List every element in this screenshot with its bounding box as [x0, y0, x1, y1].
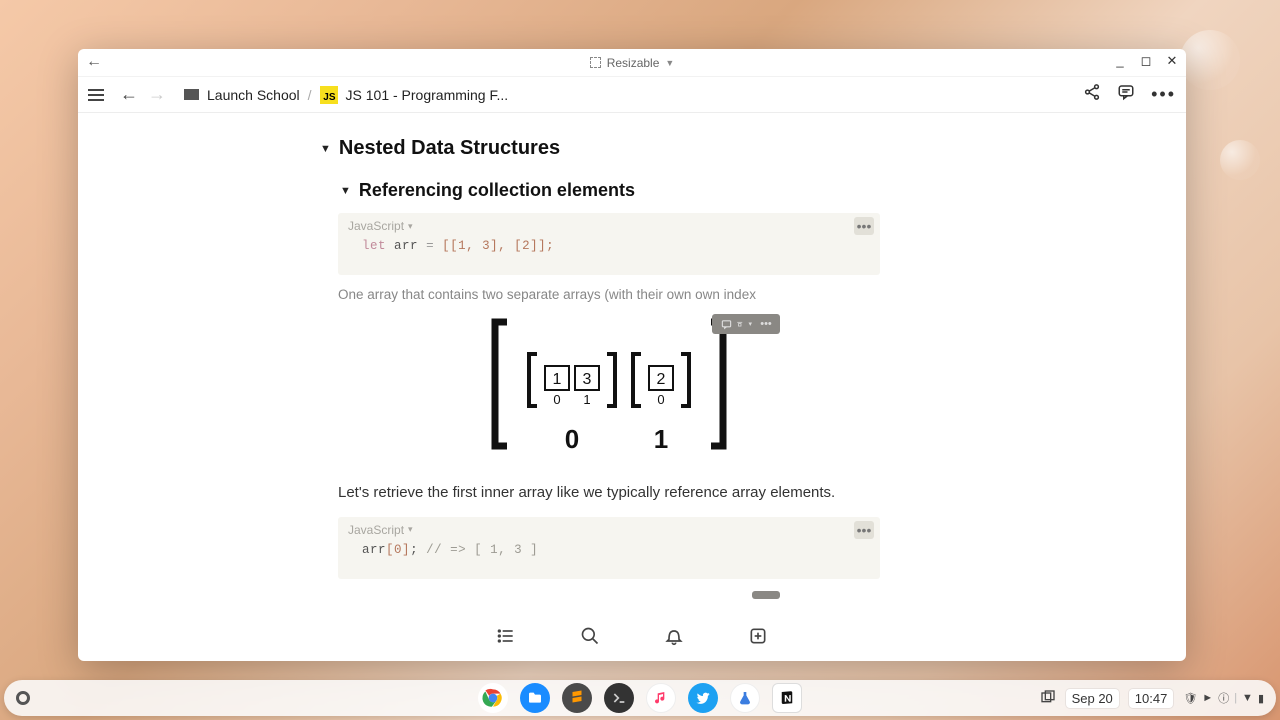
battery-icon: ▮: [1258, 692, 1264, 705]
align-icon[interactable]: ▾: [736, 316, 756, 332]
tray-time[interactable]: 10:47: [1129, 689, 1174, 708]
files-app-icon[interactable]: [520, 683, 550, 713]
code-body[interactable]: arr[0]; // => [ 1, 3 ]: [338, 539, 880, 561]
maximize-button[interactable]: ◻: [1138, 53, 1154, 69]
notion-window: ← Resizable ▼ _ ◻ ✕ ← → Launch School / …: [78, 49, 1186, 661]
window-controls: _ ◻ ✕: [1112, 53, 1180, 69]
nested-array-diagram: 1 3 2 0 1 0 0 1: [489, 316, 729, 466]
play-icon: ►: [1202, 692, 1213, 704]
svg-text:1: 1: [583, 392, 590, 407]
caption-text[interactable]: One array that contains two separate arr…: [338, 287, 1038, 302]
block-more-icon[interactable]: •••: [756, 316, 776, 332]
caption-icon[interactable]: [716, 316, 736, 332]
body-paragraph[interactable]: Let's retrieve the first inner array lik…: [338, 482, 1038, 505]
chevron-down-icon[interactable]: ▾: [408, 524, 413, 535]
app-dock: [478, 683, 802, 713]
bottom-nav-bar: [78, 615, 1186, 661]
tray-status-icons[interactable]: 🛡 ► ⓘ | ▼ ▮: [1183, 690, 1264, 706]
chevron-down-icon: ▼: [665, 58, 674, 68]
chevron-down-icon[interactable]: ▾: [408, 221, 413, 232]
os-taskbar: Sep 20 10:47 🛡 ► ⓘ | ▼ ▮: [4, 680, 1276, 716]
code-block-1[interactable]: JavaScript ▾ ••• let arr = [[1, 3], [2]]…: [338, 213, 880, 275]
breadcrumb: Launch School / JS JS 101 - Programming …: [184, 86, 508, 104]
code-lang-label[interactable]: JavaScript: [348, 523, 404, 537]
hamburger-menu-button[interactable]: [88, 89, 104, 101]
workspace-icon: [184, 89, 199, 100]
window-back-button[interactable]: ←: [86, 53, 102, 71]
separator: |: [1234, 692, 1237, 704]
breadcrumb-page[interactable]: JS 101 - Programming F...: [346, 87, 509, 103]
svg-text:1: 1: [553, 371, 562, 388]
breadcrumb-separator: /: [308, 87, 312, 103]
code-block-2[interactable]: JavaScript ▾ ••• arr[0]; // => [ 1, 3 ]: [338, 517, 880, 579]
shield-icon: 🛡: [1183, 692, 1197, 705]
notifications-icon[interactable]: [664, 626, 684, 651]
diagram-block[interactable]: ▾ •••: [338, 316, 880, 466]
nav-forward-button[interactable]: →: [148, 84, 166, 105]
resizable-mode-dropdown[interactable]: Resizable ▼: [590, 56, 675, 70]
tray-windows-icon[interactable]: [1040, 689, 1056, 708]
more-menu-button[interactable]: •••: [1151, 84, 1176, 105]
music-app-icon[interactable]: [646, 683, 676, 713]
heading-1-text: Nested Data Structures: [339, 137, 560, 160]
heading-2-text: Referencing collection elements: [359, 180, 635, 201]
info-icon: ⓘ: [1218, 690, 1229, 706]
app-header: ← → Launch School / JS JS 101 - Programm…: [78, 77, 1186, 113]
resizable-label: Resizable: [607, 56, 660, 70]
list-icon[interactable]: [496, 626, 516, 651]
code-lang-label[interactable]: JavaScript: [348, 219, 404, 233]
wifi-icon: ▼: [1242, 692, 1253, 704]
nav-back-button[interactable]: ←: [120, 84, 138, 105]
chrome-app-icon[interactable]: [478, 683, 508, 713]
breadcrumb-root[interactable]: Launch School: [207, 87, 300, 103]
svg-text:0: 0: [553, 392, 560, 407]
code-block-menu-button[interactable]: •••: [854, 521, 874, 539]
window-titlebar: ← Resizable ▼ _ ◻ ✕: [78, 49, 1186, 77]
terminal-app-icon[interactable]: [604, 683, 634, 713]
code-block-menu-button[interactable]: •••: [854, 217, 874, 235]
system-tray: Sep 20 10:47 🛡 ► ⓘ | ▼ ▮: [1040, 689, 1264, 708]
block-hover-toolbar: ▾ •••: [712, 314, 780, 334]
toggle-caret-icon[interactable]: ▼: [320, 143, 331, 155]
svg-text:0: 0: [565, 424, 579, 454]
tray-date[interactable]: Sep 20: [1066, 689, 1119, 708]
sublime-app-icon[interactable]: [562, 683, 592, 713]
notion-app-icon[interactable]: [772, 683, 802, 713]
close-button[interactable]: ✕: [1164, 53, 1180, 69]
launcher-button[interactable]: [16, 691, 30, 705]
toggle-caret-icon[interactable]: ▼: [340, 185, 351, 197]
page-content: ▼ Nested Data Structures ▼ Referencing c…: [78, 113, 1186, 615]
caption-icon[interactable]: [756, 593, 776, 599]
svg-text:1: 1: [654, 424, 668, 454]
heading-2[interactable]: ▼ Referencing collection elements: [340, 180, 1038, 201]
block-hover-toolbar-partial: [752, 591, 780, 599]
search-icon[interactable]: [580, 626, 600, 651]
svg-text:2: 2: [657, 371, 666, 388]
comments-button[interactable]: [1117, 83, 1135, 106]
heading-1[interactable]: ▼ Nested Data Structures: [320, 137, 1038, 160]
svg-text:3: 3: [583, 371, 592, 388]
resizable-icon: [590, 57, 601, 68]
code-body[interactable]: let arr = [[1, 3], [2]];: [338, 235, 880, 257]
svg-text:0: 0: [657, 392, 664, 407]
lab-app-icon[interactable]: [730, 683, 760, 713]
share-button[interactable]: [1083, 83, 1101, 106]
minimize-button[interactable]: _: [1112, 53, 1128, 69]
twitter-app-icon[interactable]: [688, 683, 718, 713]
new-page-icon[interactable]: [748, 626, 768, 651]
page-js-icon: JS: [320, 86, 338, 104]
